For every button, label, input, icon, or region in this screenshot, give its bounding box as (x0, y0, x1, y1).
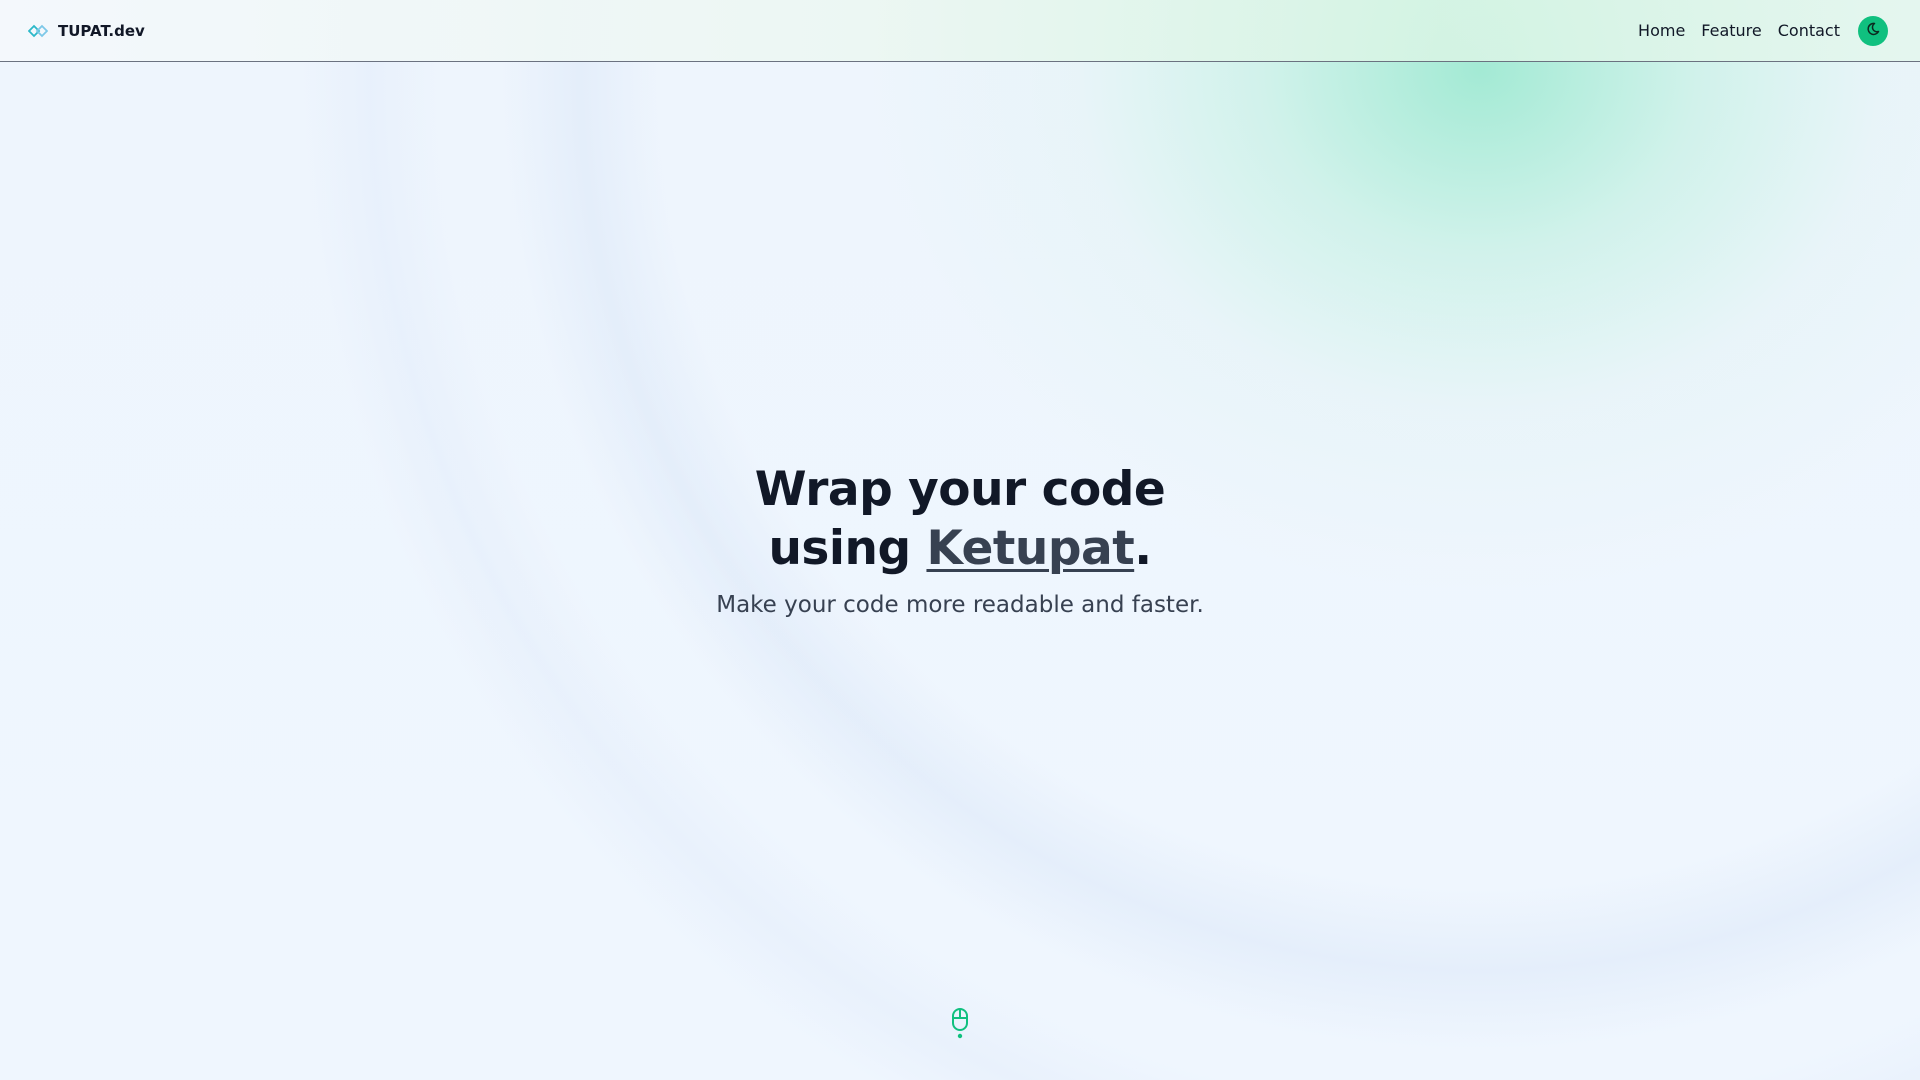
nav-feature-link[interactable]: Feature (1701, 21, 1761, 40)
hero-title-suffix: . (1134, 521, 1152, 576)
mouse-scroll-icon[interactable] (950, 1008, 970, 1040)
nav-contact-link[interactable]: Contact (1778, 21, 1840, 40)
hero-title: Wrap your code using Ketupat. (0, 460, 1920, 578)
hero-title-prefix: using (768, 521, 927, 576)
hero-title-accent: Ketupat (926, 521, 1135, 576)
diamond-link-icon (28, 24, 48, 38)
theme-toggle-button[interactable] (1858, 15, 1888, 46)
brand-logo[interactable]: TUPAT.dev (28, 22, 145, 40)
hero-subtitle: Make your code more readable and faster. (716, 592, 1204, 618)
moon-icon (1866, 21, 1880, 40)
brand-name: TUPAT.dev (58, 21, 145, 40)
top-navbar: TUPAT.dev Home Feature Contact (0, 0, 1920, 62)
nav-home-link[interactable]: Home (1638, 21, 1685, 40)
hero-section: Wrap your code using Ketupat. Make your … (0, 460, 1920, 618)
main-nav: Home Feature Contact (1638, 15, 1888, 46)
hero-title-line1: Wrap your code (754, 462, 1166, 517)
